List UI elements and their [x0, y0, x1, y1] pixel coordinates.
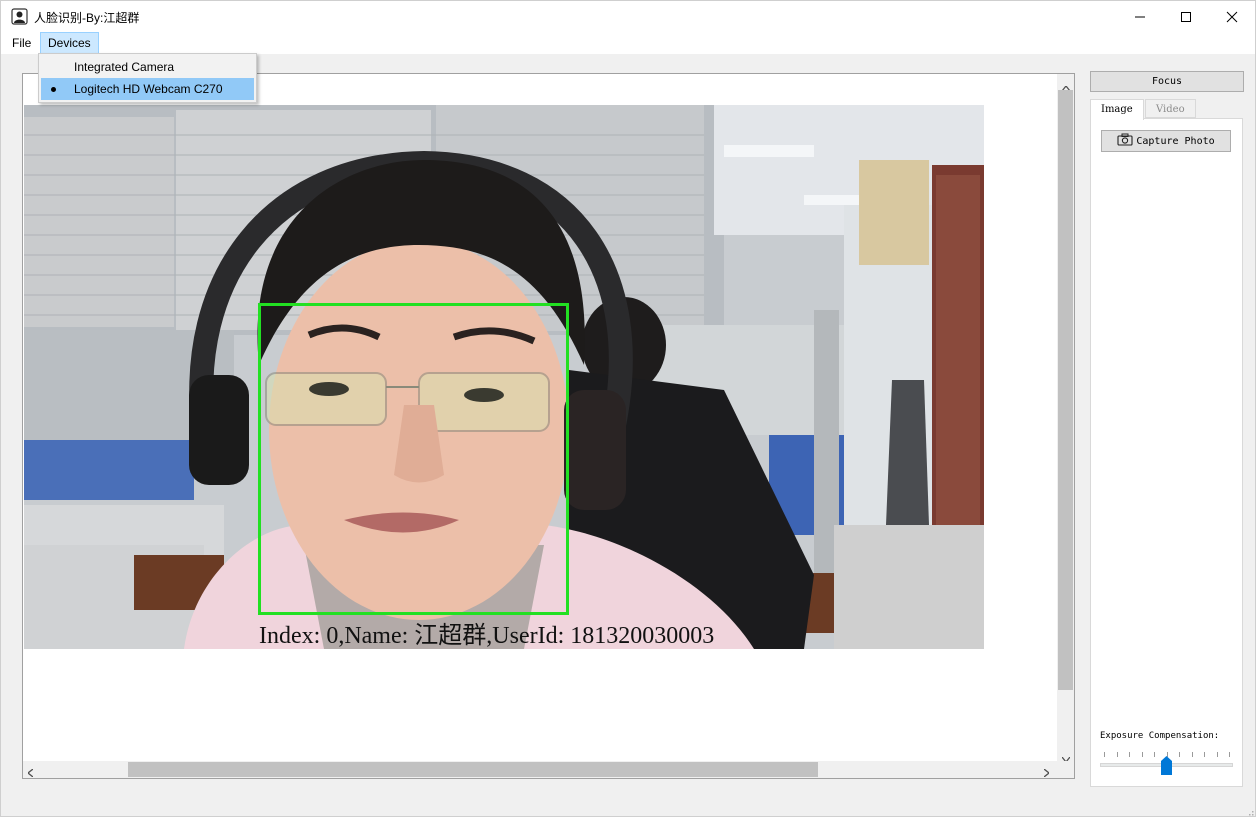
device-option-label: Logitech HD Webcam C270: [74, 82, 223, 96]
menu-devices[interactable]: Devices: [40, 32, 99, 54]
tab-video[interactable]: Video: [1145, 99, 1196, 118]
capture-photo-label: Capture Photo: [1136, 135, 1215, 147]
horizontal-scroll-thumb[interactable]: [128, 762, 818, 777]
maximize-icon: [1180, 11, 1192, 23]
menu-bar: File Devices: [1, 32, 1255, 54]
camera-feed: Index: 0,Name: 江超群,UserId: 181320030003: [24, 105, 984, 649]
maximize-button[interactable]: [1163, 1, 1209, 32]
camera-view-area[interactable]: Index: 0,Name: 江超群,UserId: 181320030003: [22, 73, 1075, 779]
slider-tick: [1217, 752, 1218, 757]
vertical-scrollbar[interactable]: [1057, 74, 1074, 764]
slider-tick: [1104, 752, 1105, 757]
tab-image[interactable]: Image: [1090, 99, 1144, 120]
slider-tick: [1117, 752, 1118, 757]
device-option-label: Integrated Camera: [74, 60, 175, 74]
slider-tick: [1229, 752, 1230, 757]
minimize-icon: [1134, 11, 1146, 23]
close-button[interactable]: [1209, 1, 1255, 32]
slider-tick: [1154, 752, 1155, 757]
scroll-right-arrow-icon[interactable]: [1043, 765, 1051, 780]
radio-bullet-icon: [51, 87, 56, 92]
scroll-left-arrow-icon[interactable]: [26, 765, 34, 780]
window-title: 人脸识别-By:江超群: [34, 11, 140, 25]
device-option-logitech-c270[interactable]: Logitech HD Webcam C270: [41, 78, 254, 100]
slider-tick: [1129, 752, 1130, 757]
devices-dropdown: Integrated Camera Logitech HD Webcam C27…: [38, 53, 257, 103]
exposure-compensation-slider[interactable]: [1100, 749, 1233, 779]
minimize-button[interactable]: [1117, 1, 1163, 32]
exposure-compensation-label: Exposure Compensation:: [1100, 731, 1220, 741]
slider-handle[interactable]: [1161, 756, 1172, 775]
face-recognition-label: Index: 0,Name: 江超群,UserId: 181320030003: [259, 623, 715, 649]
slider-tick: [1192, 752, 1193, 757]
menu-file[interactable]: File: [5, 32, 38, 54]
camera-icon: [1117, 133, 1133, 149]
scrollbar-corner: [1057, 761, 1074, 778]
face-detection-box: [258, 303, 569, 615]
image-tab-pane: Capture Photo Exposure Compensation:: [1090, 118, 1243, 787]
slider-tick: [1204, 752, 1205, 757]
app-window: 人脸识别-By:江超群 File Devices Index: 0,Name: …: [0, 0, 1256, 817]
vertical-scroll-thumb[interactable]: [1058, 90, 1073, 690]
device-option-integrated-camera[interactable]: Integrated Camera: [41, 56, 254, 78]
horizontal-scrollbar[interactable]: [23, 761, 1057, 778]
close-icon: [1226, 11, 1238, 23]
focus-button[interactable]: Focus: [1090, 71, 1244, 92]
user-portrait-icon: [11, 8, 28, 25]
slider-tick: [1142, 752, 1143, 757]
slider-tick: [1179, 752, 1180, 757]
resize-grip-icon[interactable]: [1244, 807, 1254, 817]
title-bar: 人脸识别-By:江超群: [1, 1, 1255, 32]
capture-photo-button[interactable]: Capture Photo: [1101, 130, 1231, 152]
